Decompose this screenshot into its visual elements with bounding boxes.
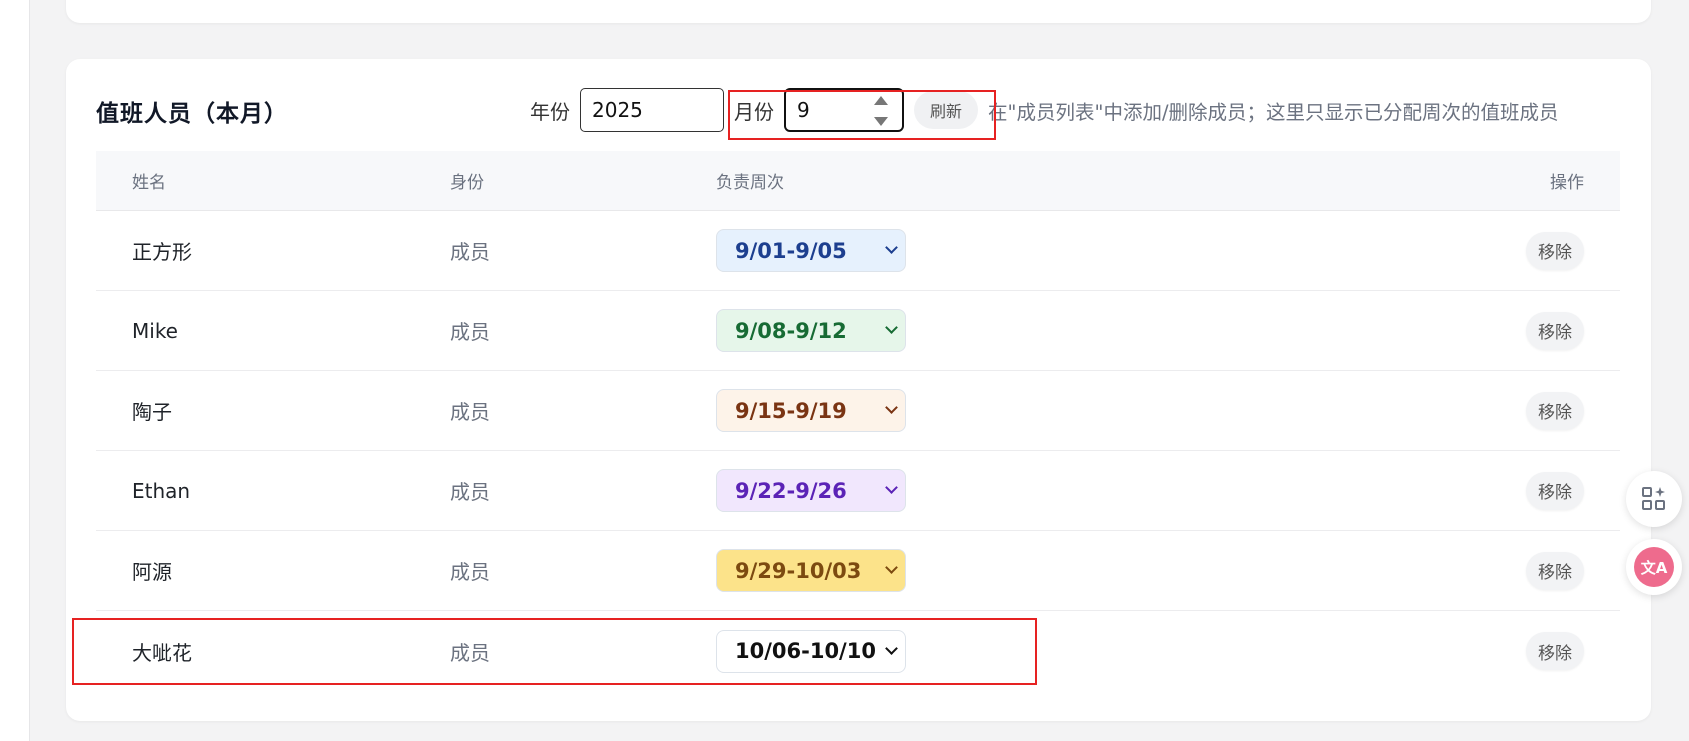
chevron-down-icon [885,641,898,655]
week-value: 9/22-9/26 [735,478,847,503]
week-select[interactable]: 9/01-9/05 [716,229,906,272]
member-role: 成员 [450,320,490,344]
week-select[interactable]: 9/08-9/12 [716,309,906,352]
member-name: Mike [132,318,178,343]
month-input[interactable]: 9 [784,88,904,132]
chevron-down-icon [885,321,898,334]
week-select[interactable]: 10/06-10/10 [716,629,906,673]
member-name: 正方形 [132,240,192,264]
header-name: 姓名 [132,173,166,193]
month-value: 9 [797,98,810,122]
left-rail [0,0,30,741]
translate-icon: 文A [1634,547,1674,587]
member-name: 大呲花 [132,640,192,665]
member-name: 阿源 [132,560,172,584]
member-role: 成员 [450,640,490,665]
month-spinner[interactable] [874,96,888,126]
chevron-down-icon [885,241,898,254]
hint-text: 在"成员列表"中添加/删除成员；这里只显示已分配周次的值班成员 [988,100,1559,124]
duty-card: 值班人员（本月） 年份 2025 月份 9 刷新 在"成员列表"中添加/删除成员… [66,59,1651,721]
remove-button[interactable]: 移除 [1526,632,1584,670]
duty-table: 姓名 身份 负责周次 操作 正方形 成员 9/01-9/05 移除 Mike 成… [96,151,1620,691]
chevron-down-icon [885,481,898,494]
chevron-down-icon [885,401,898,414]
week-value: 9/08-9/12 [735,318,847,343]
week-select[interactable]: 9/22-9/26 [716,469,906,512]
remove-button[interactable]: 移除 [1526,311,1584,350]
member-role: 成员 [450,480,490,504]
week-select[interactable]: 9/29-10/03 [716,549,906,592]
table-row: Ethan 成员 9/22-9/26 移除 [96,451,1620,531]
member-role: 成员 [450,400,490,424]
week-value: 10/06-10/10 [735,639,876,663]
remove-button[interactable]: 移除 [1526,391,1584,430]
member-role: 成员 [450,240,490,264]
apps-sparkle-button[interactable] [1626,471,1682,527]
week-select[interactable]: 9/15-9/19 [716,389,906,432]
refresh-button[interactable]: 刷新 [914,91,979,129]
table-row: 大呲花 成员 10/06-10/10 移除 [96,611,1620,691]
table-row: 阿源 成员 9/29-10/03 移除 [96,531,1620,611]
member-role: 成员 [450,560,490,584]
year-label: 年份 [530,99,570,124]
spin-down-icon[interactable] [874,117,888,126]
header-action: 操作 [1550,173,1584,193]
previous-card [66,0,1651,23]
remove-button[interactable]: 移除 [1526,231,1584,270]
member-name: 陶子 [132,400,172,424]
remove-button[interactable]: 移除 [1526,471,1584,510]
week-value: 9/15-9/19 [735,398,847,423]
header-week: 负责周次 [716,173,784,193]
remove-button[interactable]: 移除 [1526,551,1584,590]
month-toolbar: 年份 2025 月份 9 刷新 在"成员列表"中添加/删除成员；这里只显示已分配… [530,88,1559,132]
table-header: 姓名 身份 负责周次 操作 [96,151,1620,211]
week-value: 9/01-9/05 [735,238,847,263]
year-input[interactable]: 2025 [580,88,724,132]
translate-button[interactable]: 文A [1626,539,1682,595]
member-name: Ethan [132,478,191,503]
table-row: 陶子 成员 9/15-9/19 移除 [96,371,1620,451]
header-role: 身份 [450,173,484,193]
month-label: 月份 [734,99,774,124]
table-row: 正方形 成员 9/01-9/05 移除 [96,211,1620,291]
section-title: 值班人员（本月） [96,101,288,127]
spin-up-icon[interactable] [874,96,888,105]
week-value: 9/29-10/03 [735,558,862,583]
apps-sparkle-icon [1642,487,1665,510]
chevron-down-icon [885,561,898,574]
table-row: Mike 成员 9/08-9/12 移除 [96,291,1620,371]
